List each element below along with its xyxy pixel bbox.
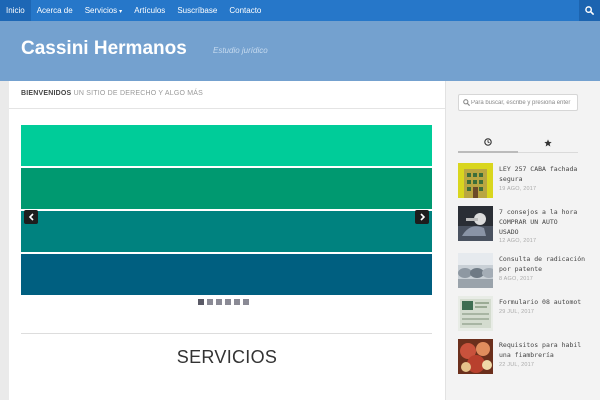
slider-pagination <box>198 299 249 305</box>
slider-next-button[interactable] <box>415 210 429 224</box>
building-image <box>458 163 493 198</box>
recent-post[interactable]: 7 consejos a la hora COMPRAR UN AUTO USA… <box>458 206 600 244</box>
services-heading: SERVICIOS <box>176 347 278 367</box>
nav-item-contacto[interactable]: Contacto <box>223 0 267 21</box>
sidebar: LEY 257 CABA fachada segura 19 AGO, 2017… <box>445 81 600 400</box>
tab-recent[interactable] <box>458 133 518 153</box>
site-title[interactable]: Cassini Hermanos <box>21 38 187 60</box>
nav-item-articulos[interactable]: Artículos <box>128 0 171 21</box>
image-slider[interactable] <box>21 125 432 295</box>
chevron-down-icon: ▾ <box>119 9 123 15</box>
slider-dot[interactable] <box>216 299 222 305</box>
cars-row-image <box>458 253 493 288</box>
welcome-subtitle: UN SITIO DE DERECHO Y ALGO MÁS <box>73 90 204 97</box>
deli-image <box>458 339 493 374</box>
slider-dot[interactable] <box>198 299 204 305</box>
search-input[interactable] <box>471 95 577 110</box>
post-thumbnail[interactable] <box>458 163 493 198</box>
welcome-strong: BIENVENIDOS <box>21 90 72 97</box>
nav-search-button[interactable] <box>579 0 600 21</box>
chevron-right-icon <box>419 213 425 221</box>
nav-item-inicio[interactable]: Inicio <box>0 0 31 21</box>
post-thumbnail[interactable] <box>458 296 493 331</box>
slider-prev-button[interactable] <box>24 210 38 224</box>
post-date: 12 AGO, 2017 <box>499 238 537 244</box>
slider-stripe <box>21 125 432 166</box>
sidebar-tabs <box>458 133 578 153</box>
clock-icon <box>484 138 492 146</box>
page-heading-bar: BIENVENIDOS UN SITIO DE DERECHO Y ALGO M… <box>9 81 445 109</box>
post-title[interactable]: LEY 257 CABA fachada segura <box>499 164 600 184</box>
main-content: BIENVENIDOS UN SITIO DE DERECHO Y ALGO M… <box>9 81 445 400</box>
section-divider <box>21 333 432 334</box>
top-navigation: Inicio Acerca de Servicios ▾ Artículos Su… <box>0 0 600 21</box>
post-date: 22 JUL, 2017 <box>499 362 535 368</box>
post-title[interactable]: Requisitos para habil una fiambrería <box>499 340 600 360</box>
slider-stripe <box>21 168 432 209</box>
post-thumbnail[interactable] <box>458 339 493 374</box>
recent-post[interactable]: Consulta de radicación por patente 8 AGO… <box>458 253 600 290</box>
post-date: 29 JUL, 2017 <box>499 309 535 315</box>
slider-dot[interactable] <box>234 299 240 305</box>
car-keys-image <box>458 206 493 241</box>
slider-stripe <box>21 211 432 252</box>
search-icon <box>463 99 470 106</box>
star-icon <box>544 138 552 146</box>
post-date: 19 AGO, 2017 <box>499 186 537 192</box>
nav-item-acerca-de[interactable]: Acerca de <box>31 0 79 21</box>
site-tagline: Estudio jurídico <box>213 46 268 55</box>
recent-post[interactable]: Formulario 08 automot 29 JUL, 2017 <box>458 296 600 333</box>
recent-post[interactable]: LEY 257 CABA fachada segura 19 AGO, 2017 <box>458 163 600 200</box>
nav-item-servicios-label: Servicios <box>84 6 118 15</box>
post-title[interactable]: 7 consejos a la hora COMPRAR UN AUTO USA… <box>499 207 600 237</box>
post-thumbnail[interactable] <box>458 253 493 288</box>
chevron-left-icon <box>28 213 34 221</box>
slider-dot[interactable] <box>243 299 249 305</box>
nav-item-servicios[interactable]: Servicios ▾ <box>79 0 128 21</box>
site-header: Cassini Hermanos Estudio jurídico <box>0 21 600 81</box>
nav-item-suscribase[interactable]: Suscríbase <box>171 0 223 21</box>
post-title[interactable]: Consulta de radicación por patente <box>499 254 600 274</box>
post-thumbnail[interactable] <box>458 206 493 241</box>
post-title[interactable]: Formulario 08 automot <box>499 297 600 307</box>
sidebar-search <box>458 94 578 111</box>
recent-post[interactable]: Requisitos para habil una fiambrería 22 … <box>458 339 600 376</box>
tab-popular[interactable] <box>518 133 578 153</box>
welcome-heading: BIENVENIDOS UN SITIO DE DERECHO Y ALGO M… <box>21 90 203 97</box>
form-08-image <box>458 296 493 331</box>
slider-dot[interactable] <box>225 299 231 305</box>
slider-stripe <box>21 254 432 295</box>
slider-dot[interactable] <box>207 299 213 305</box>
post-date: 8 AGO, 2017 <box>499 276 533 282</box>
search-icon <box>585 6 594 15</box>
